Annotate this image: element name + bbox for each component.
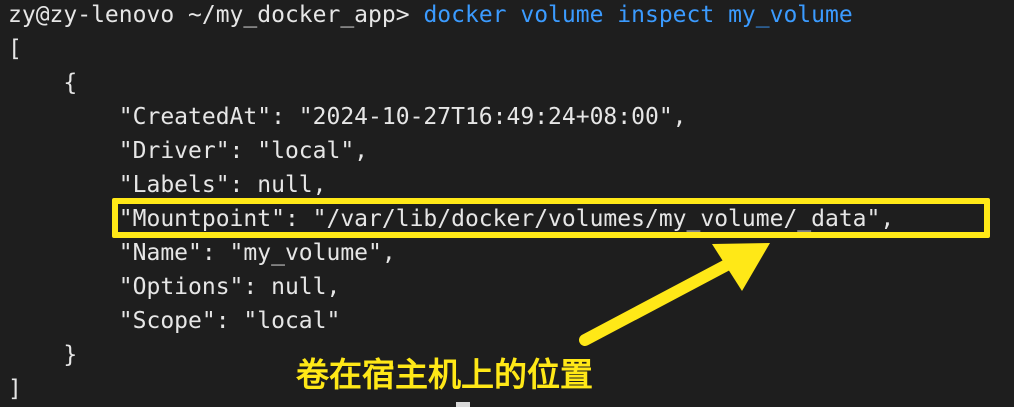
command-text: docker volume inspect my_volume — [423, 2, 853, 28]
output-line: } — [8, 342, 78, 368]
output-line: [ — [8, 36, 22, 62]
output-line: "CreatedAt": "2024-10-27T16:49:24+08:00"… — [8, 104, 687, 130]
output-line: "Options": null, — [8, 274, 341, 300]
output-line: "Driver": "local", — [8, 138, 369, 164]
output-line: ] — [8, 376, 22, 402]
shell-prompt: zy@zy-lenovo ~/my_docker_app> — [8, 2, 410, 28]
terminal-cursor — [456, 402, 470, 407]
command-line: zy@zy-lenovo ~/my_docker_app> docker vol… — [8, 0, 853, 32]
output-line: "Labels": null, — [8, 172, 327, 198]
output-line: "Name": "my_volume", — [8, 240, 396, 266]
mountpoint-highlight-box — [112, 198, 990, 238]
output-line: "Scope": "local" — [8, 308, 341, 334]
output-line: { — [8, 70, 78, 96]
annotation-label: 卷在宿主机上的位置 — [296, 355, 593, 394]
